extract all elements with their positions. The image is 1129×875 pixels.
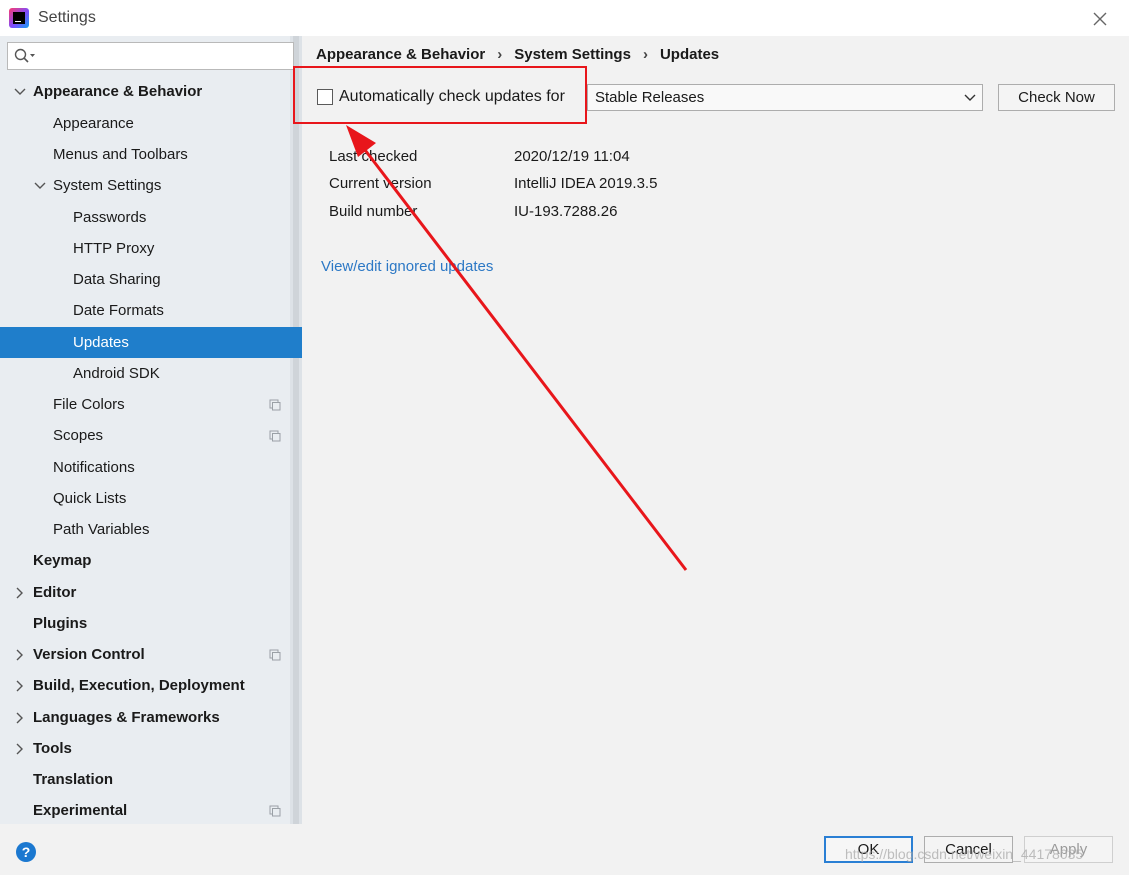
chevron-right-icon[interactable] xyxy=(13,679,27,693)
title-bar: Settings xyxy=(0,0,1129,36)
chevron-right-icon[interactable] xyxy=(13,742,27,756)
cancel-button[interactable]: Cancel xyxy=(924,836,1013,863)
tree-item-data-sharing[interactable]: Data Sharing xyxy=(0,264,302,295)
tree-item-label: Path Variables xyxy=(53,521,150,538)
tree-item-label: Languages & Frameworks xyxy=(33,709,220,726)
help-icon[interactable]: ? xyxy=(16,842,36,862)
search-icon xyxy=(14,48,35,63)
tree-item-label: Date Formats xyxy=(73,302,164,319)
tree-item-label: System Settings xyxy=(53,177,162,194)
tree-item-label: Menus and Toolbars xyxy=(53,146,188,163)
tree-item-label: Quick Lists xyxy=(53,490,127,507)
check-now-label: Check Now xyxy=(1018,89,1095,106)
last-checked-value: 2020/12/19 11:04 xyxy=(514,148,630,165)
chevron-right-icon[interactable] xyxy=(13,586,27,600)
intellij-app-icon xyxy=(9,8,29,28)
tree-item-quick-lists[interactable]: Quick Lists xyxy=(0,483,302,514)
tree-item-label: Plugins xyxy=(33,615,88,632)
tree-item-label: Notifications xyxy=(53,459,135,476)
chevron-right-icon[interactable] xyxy=(13,648,27,662)
ignored-updates-link[interactable]: View/edit ignored updates xyxy=(321,258,493,275)
breadcrumb-item[interactable]: Appearance & Behavior xyxy=(316,46,485,63)
tree-item-passwords[interactable]: Passwords xyxy=(0,202,302,233)
update-channel-select[interactable]: Stable Releases xyxy=(587,84,983,111)
close-icon[interactable] xyxy=(1090,9,1110,29)
ok-button[interactable]: OK xyxy=(824,836,913,863)
tree-item-label: Keymap xyxy=(33,552,92,569)
check-now-button[interactable]: Check Now xyxy=(998,84,1115,111)
annotation-highlight-box xyxy=(293,66,587,124)
tree-item-label: Scopes xyxy=(53,427,104,444)
update-channel-value: Stable Releases xyxy=(595,89,705,106)
tree-item-label: HTTP Proxy xyxy=(73,240,155,257)
breadcrumb-item[interactable]: System Settings xyxy=(514,46,631,63)
chevron-down-icon xyxy=(964,94,976,101)
tree-item-label: Build, Execution, Deployment xyxy=(33,677,245,694)
tree-item-appearance-behavior[interactable]: Appearance & Behavior xyxy=(0,76,302,107)
tree-item-translation[interactable]: Translation xyxy=(0,764,302,795)
chevron-down-icon[interactable] xyxy=(33,179,47,193)
project-level-icon xyxy=(269,430,281,442)
breadcrumb-separator: › xyxy=(497,46,503,63)
tree-item-label: Editor xyxy=(33,584,77,601)
breadcrumb-current: Updates xyxy=(659,46,720,63)
tree-item-file-colors[interactable]: File Colors xyxy=(0,389,302,420)
chevron-down-icon[interactable] xyxy=(13,85,27,99)
apply-button[interactable]: Apply xyxy=(1024,836,1113,863)
tree-item-system-settings[interactable]: System Settings xyxy=(0,170,302,201)
tree-item-editor[interactable]: Editor xyxy=(0,577,302,608)
tree-item-keymap[interactable]: Keymap xyxy=(0,545,302,576)
settings-search-input[interactable] xyxy=(7,42,294,70)
tree-item-build-execution-deployment[interactable]: Build, Execution, Deployment xyxy=(0,670,302,701)
project-level-icon xyxy=(269,649,281,661)
tree-item-label: Appearance xyxy=(53,115,134,132)
tree-item-experimental[interactable]: Experimental xyxy=(0,795,302,826)
tree-item-plugins[interactable]: Plugins xyxy=(0,608,302,639)
breadcrumb: Appearance & Behavior › System Settings › Up… xyxy=(316,46,719,63)
tree-item-updates[interactable]: Updates xyxy=(0,327,302,358)
chevron-right-icon[interactable] xyxy=(13,711,27,725)
project-level-icon xyxy=(269,805,281,817)
current-version-label: Current version xyxy=(329,175,432,192)
tree-item-scopes[interactable]: Scopes xyxy=(0,420,302,451)
build-number-label: Build number xyxy=(329,203,418,220)
tree-item-label: File Colors xyxy=(53,396,125,413)
tree-item-label: Translation xyxy=(33,771,114,788)
tree-item-android-sdk[interactable]: Android SDK xyxy=(0,358,302,389)
tree-item-languages-frameworks[interactable]: Languages & Frameworks xyxy=(0,702,302,733)
tree-item-http-proxy[interactable]: HTTP Proxy xyxy=(0,233,302,264)
tree-item-label: Version Control xyxy=(33,646,145,663)
tree-item-menus-and-toolbars[interactable]: Menus and Toolbars xyxy=(0,139,302,170)
window-title: Settings xyxy=(38,9,96,26)
tree-item-tools[interactable]: Tools xyxy=(0,733,302,764)
tree-item-label: Passwords xyxy=(73,209,147,226)
last-checked-label: Last checked xyxy=(329,148,418,165)
tree-item-label: Updates xyxy=(73,334,129,351)
breadcrumb-separator: › xyxy=(642,46,648,63)
tree-item-appearance[interactable]: Appearance xyxy=(0,108,302,139)
tree-item-label: Experimental xyxy=(33,802,128,819)
tree-item-label: Android SDK xyxy=(73,365,160,382)
current-version-value: IntelliJ IDEA 2019.3.5 xyxy=(514,175,658,192)
build-number-value: IU-193.7288.26 xyxy=(514,203,618,220)
tree-item-label: Tools xyxy=(33,740,72,757)
tree-item-date-formats[interactable]: Date Formats xyxy=(0,295,302,326)
tree-item-label: Data Sharing xyxy=(73,271,161,288)
tree-item-label: Appearance & Behavior xyxy=(33,83,203,100)
tree-item-path-variables[interactable]: Path Variables xyxy=(0,514,302,545)
tree-item-version-control[interactable]: Version Control xyxy=(0,639,302,670)
tree-item-notifications[interactable]: Notifications xyxy=(0,452,302,483)
project-level-icon xyxy=(269,399,281,411)
